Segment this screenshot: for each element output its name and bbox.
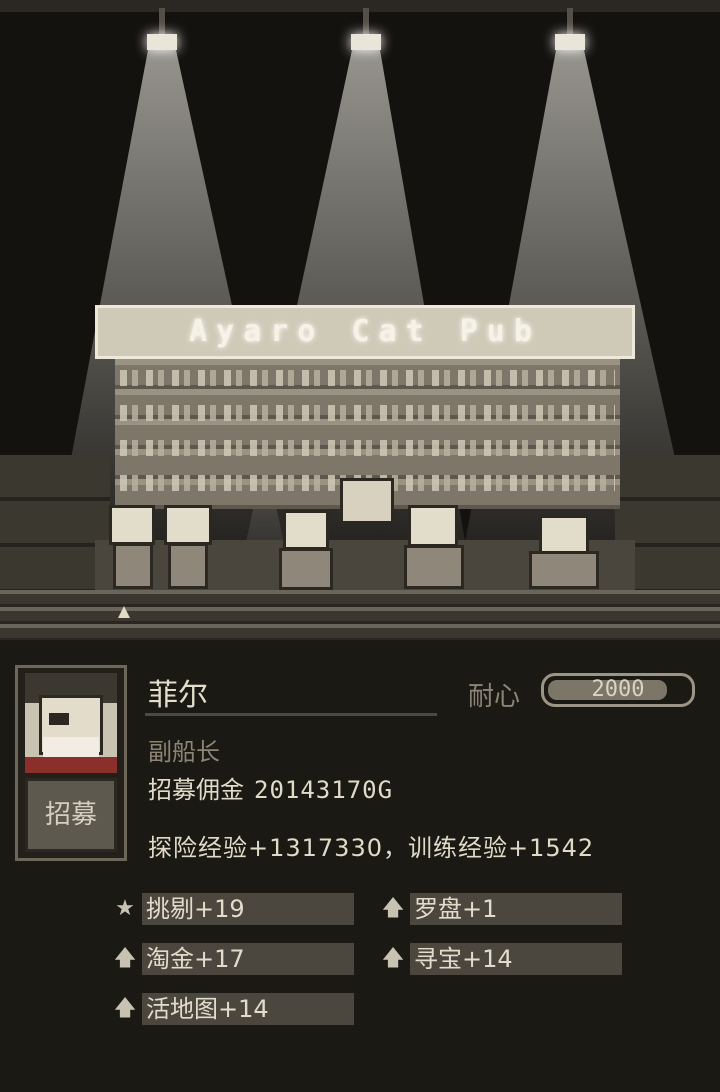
character-title: 副船长: [148, 738, 220, 766]
recruit-fee-label: 招募佣金: [148, 776, 244, 804]
star-icon: ★: [115, 896, 135, 921]
stage-floor: [0, 590, 720, 640]
recruit-fee-value: 20143170G: [254, 776, 394, 804]
recruit-button[interactable]: 招募: [25, 778, 117, 852]
pub-sign: Ayaro Cat Pub: [95, 305, 635, 359]
patience-value: 2000: [591, 677, 645, 702]
patience-label: 耐心: [468, 682, 521, 712]
portrait-frame: 招募: [15, 665, 127, 861]
character-info-panel: 招募 菲尔 耐心 2000 副船长 招募佣金 20143170G 探险经验+131…: [0, 640, 720, 1092]
character-name: 菲尔: [148, 678, 208, 713]
selection-marker-icon: [118, 606, 130, 618]
spotlight-lamp-right: [555, 8, 585, 54]
experience-bonus: 探险经验+1317330，训练经验+1542: [148, 834, 595, 862]
recruit-fee: 招募佣金 20143170G: [148, 770, 393, 805]
spotlight-lamp-center: [351, 8, 381, 54]
up-arrow-icon: 🡅: [113, 946, 137, 971]
patience-bar: 2000: [541, 673, 695, 707]
up-arrow-icon: 🡅: [381, 896, 405, 921]
up-arrow-icon: 🡅: [113, 996, 137, 1021]
name-divider: [145, 713, 437, 716]
crates-left: [0, 455, 110, 595]
tavern-scene: Ayaro Cat Pub: [0, 0, 720, 640]
spotlight-lamp-left: [147, 8, 177, 54]
up-arrow-icon: 🡅: [381, 946, 405, 971]
character-portrait: [25, 673, 117, 773]
